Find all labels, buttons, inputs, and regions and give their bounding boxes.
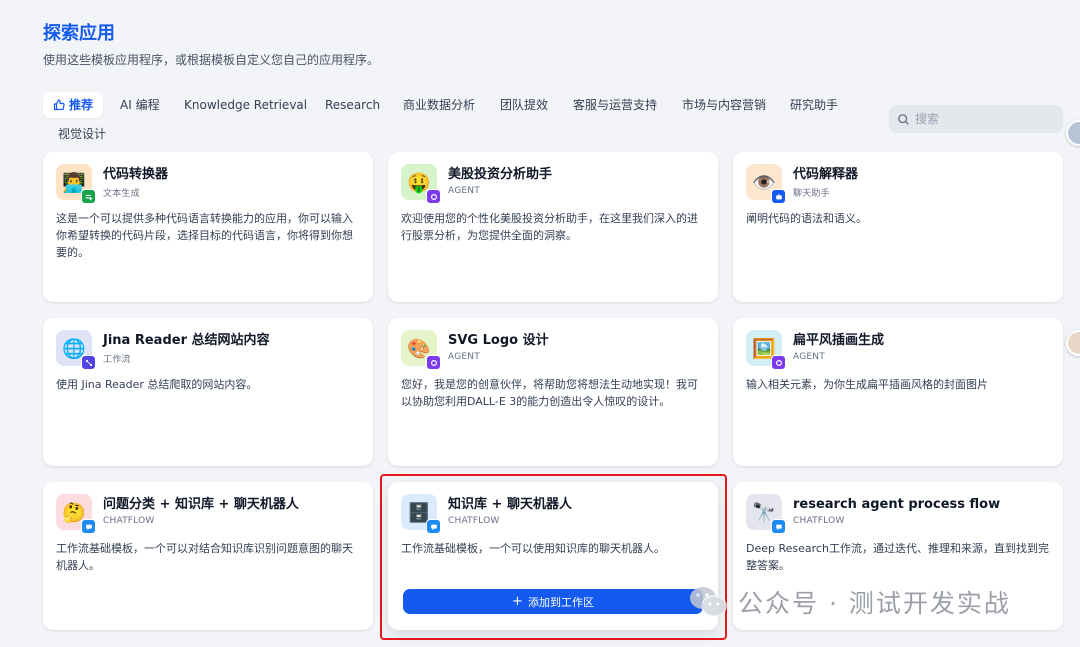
add-to-workspace-label: 添加到工作区 bbox=[527, 595, 594, 609]
text-generation-badge-icon bbox=[81, 189, 96, 204]
card-description: 您好，我是您的创意伙伴，将帮助您将想法生动地实现！我可以协助您利用DALL-E … bbox=[401, 378, 698, 408]
app-grid: 👨‍💻 代码转换器 文本生成 这是一个可以提供多种代码语言转换能力的应用，你可以… bbox=[0, 0, 1080, 647]
card-type: CHATFLOW bbox=[793, 516, 845, 526]
card-type: 文本生成 bbox=[103, 189, 140, 199]
card-title: 扁平风插画生成 bbox=[793, 333, 885, 348]
card-title: 知识库 + 聊天机器人 bbox=[448, 497, 572, 512]
card-title: 代码转换器 bbox=[103, 167, 169, 182]
money-mouth-emoji-icon: 🤑 bbox=[401, 164, 441, 204]
chatflow-badge-icon bbox=[771, 519, 786, 534]
card-title: 代码解释器 bbox=[793, 167, 859, 182]
telescope-emoji-icon: 🔭 bbox=[746, 494, 786, 534]
card-description: 这是一个可以提供多种代码语言转换能力的应用，你可以输入你希望转换的代码片段，选择… bbox=[56, 212, 353, 259]
card-type: 聊天助手 bbox=[793, 189, 830, 199]
card-description: 工作流基础模板，一个可以使用知识库的聊天机器人。 bbox=[401, 542, 665, 555]
workflow-badge-icon bbox=[81, 355, 96, 370]
card-type: AGENT bbox=[793, 352, 825, 362]
chatflow-badge-icon bbox=[81, 519, 96, 534]
globe-emoji-icon: 🌐 bbox=[56, 330, 96, 370]
plus-icon: + bbox=[512, 594, 523, 609]
app-card[interactable]: 🌐 Jina Reader 总结网站内容 工作流 使用 Jina Reader … bbox=[43, 318, 373, 466]
watermark-text: 公众号 · 测试开发实战 bbox=[738, 589, 1011, 618]
add-to-workspace-button[interactable]: + 添加到工作区 bbox=[403, 589, 703, 614]
thinking-face-emoji-icon: 🤔 bbox=[56, 494, 96, 534]
agent-badge-icon bbox=[426, 189, 441, 204]
technologist-emoji-icon: 👨‍💻 bbox=[56, 164, 96, 204]
card-type: CHATFLOW bbox=[448, 516, 500, 526]
app-card[interactable]: 🤑 美股投资分析助手 AGENT 欢迎使用您的个性化美股投资分析助手，在这里我们… bbox=[388, 152, 718, 302]
agent-badge-icon bbox=[426, 355, 441, 370]
agent-badge-icon bbox=[771, 355, 786, 370]
card-title: research agent process flow bbox=[793, 497, 1001, 512]
app-card[interactable]: 👁️ 代码解释器 聊天助手 阐明代码的语法和语义。 bbox=[733, 152, 1063, 302]
card-type: AGENT bbox=[448, 352, 480, 362]
app-card[interactable]: 🤔 问题分类 + 知识库 + 聊天机器人 CHATFLOW 工作流基础模板，一个… bbox=[43, 482, 373, 630]
card-type: CHATFLOW bbox=[103, 516, 155, 526]
framed-picture-emoji-icon: 🖼️ bbox=[746, 330, 786, 370]
eye-emoji-icon: 👁️ bbox=[746, 164, 786, 204]
card-title: Jina Reader 总结网站内容 bbox=[103, 333, 270, 348]
chatflow-badge-icon bbox=[426, 519, 441, 534]
card-description: 工作流基础模板，一个可以对结合知识库识别问题意图的聊天机器人。 bbox=[56, 542, 353, 572]
card-description: 阐明代码的语法和语义。 bbox=[746, 212, 867, 225]
card-title: 美股投资分析助手 bbox=[448, 167, 553, 182]
wechat-icon bbox=[690, 587, 727, 617]
card-description: 输入相关元素，为你生成扁平插画风格的封面图片 bbox=[746, 378, 988, 391]
palette-emoji-icon: 🎨 bbox=[401, 330, 441, 370]
card-description: Deep Research工作流，通过迭代、推理和来源，直到找到完整答案。 bbox=[746, 542, 1049, 572]
card-title: 问题分类 + 知识库 + 聊天机器人 bbox=[103, 497, 299, 512]
app-card[interactable]: 🖼️ 扁平风插画生成 AGENT 输入相关元素，为你生成扁平插画风格的封面图片 bbox=[733, 318, 1063, 466]
watermark: 公众号 · 测试开发实战 bbox=[688, 584, 1011, 620]
card-type: AGENT bbox=[448, 186, 480, 196]
card-title: SVG Logo 设计 bbox=[448, 333, 549, 348]
file-cabinet-emoji-icon: 🗄️ bbox=[401, 494, 441, 534]
app-card[interactable]: 👨‍💻 代码转换器 文本生成 这是一个可以提供多种代码语言转换能力的应用，你可以… bbox=[43, 152, 373, 302]
card-type: 工作流 bbox=[103, 355, 131, 365]
card-description: 使用 Jina Reader 总结爬取的网站内容。 bbox=[56, 378, 258, 391]
card-description: 欢迎使用您的个性化美股投资分析助手，在这里我们深入的进行股票分析，为您提供全面的… bbox=[401, 212, 698, 242]
chat-assistant-badge-icon bbox=[771, 189, 786, 204]
app-card[interactable]: 🎨 SVG Logo 设计 AGENT 您好，我是您的创意伙伴，将帮助您将想法生… bbox=[388, 318, 718, 466]
